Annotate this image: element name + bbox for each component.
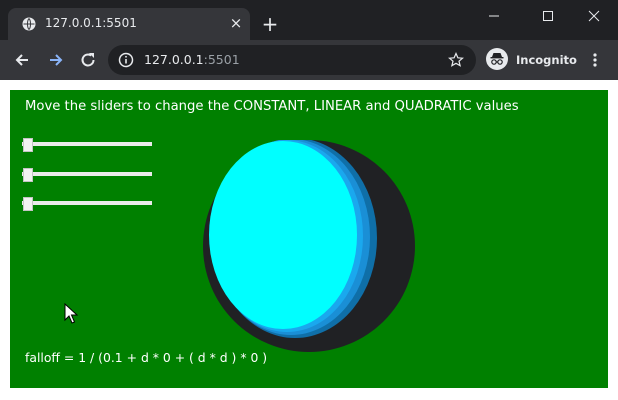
slider-track[interactable]: [22, 201, 152, 205]
incognito-icon[interactable]: [486, 48, 508, 70]
reload-icon[interactable]: [78, 50, 98, 70]
tab-close-icon[interactable]: ×: [228, 15, 244, 31]
slider-track[interactable]: [22, 142, 152, 146]
url-host: 127.0.0.1: [144, 52, 204, 67]
lit-sphere: [203, 140, 415, 352]
url-text: 127.0.0.1:5501: [144, 52, 240, 67]
instructions-text: Move the sliders to change the CONSTANT,…: [25, 99, 519, 114]
info-icon[interactable]: [118, 52, 134, 68]
title-bar: 127.0.0.1:5501 × +: [0, 0, 618, 40]
url-port: :5501: [203, 52, 240, 67]
tab-title: 127.0.0.1:5501: [45, 16, 137, 30]
linear-slider[interactable]: [22, 168, 152, 182]
quadratic-slider[interactable]: [22, 197, 152, 211]
back-arrow-icon[interactable]: [12, 50, 32, 70]
browser-tab[interactable]: 127.0.0.1:5501 ×: [8, 8, 250, 40]
kebab-menu-icon[interactable]: [588, 50, 602, 70]
minimize-icon[interactable]: [484, 8, 504, 24]
falloff-formula: falloff = 1 / (0.1 + d * 0 + ( d * d ) *…: [25, 350, 268, 365]
render-canvas: Move the sliders to change the CONSTANT,…: [10, 90, 608, 388]
slider-track[interactable]: [22, 172, 152, 176]
maximize-icon[interactable]: [538, 8, 558, 24]
incognito-glyph: [490, 53, 504, 65]
forward-arrow-icon[interactable]: [46, 50, 66, 70]
constant-slider[interactable]: [22, 138, 152, 152]
slider-thumb[interactable]: [23, 197, 33, 211]
new-tab-button[interactable]: +: [260, 14, 280, 34]
slider-thumb[interactable]: [23, 168, 33, 182]
globe-icon: [22, 17, 36, 31]
slider-thumb[interactable]: [23, 138, 33, 152]
address-bar[interactable]: 127.0.0.1:5501: [108, 45, 476, 75]
star-icon[interactable]: [448, 52, 464, 68]
mouse-cursor-icon: [64, 303, 79, 324]
incognito-label: Incognito: [516, 53, 577, 67]
close-icon[interactable]: [584, 8, 604, 24]
